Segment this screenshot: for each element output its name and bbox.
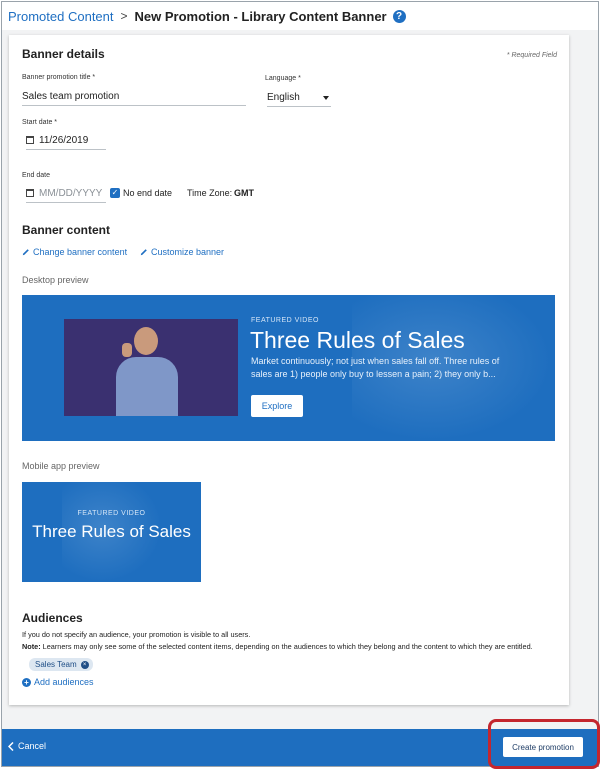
add-icon: +: [22, 677, 31, 687]
breadcrumb-separator: >: [120, 9, 128, 23]
start-date-label: Start date *: [22, 119, 58, 126]
create-promotion-button[interactable]: Create promotion: [503, 737, 583, 757]
language-value: English: [267, 92, 300, 103]
end-date-label: End date: [22, 172, 51, 179]
featured-description: Market continuously; not just when sales…: [251, 356, 500, 379]
audience-chip-label: Sales Team: [35, 660, 77, 669]
breadcrumb-promoted-content[interactable]: Promoted Content: [8, 9, 114, 24]
start-date-input[interactable]: 11/26/2019: [26, 135, 106, 150]
presenter-body: [116, 357, 178, 416]
note-text: Learners may only see some of the select…: [40, 642, 533, 651]
mobile-preview-banner: FEATURED VIDEO Three Rules of Sales: [22, 482, 201, 582]
end-date-input[interactable]: MM/DD/YYYY: [26, 188, 106, 203]
audiences-info-text: If you do not specify an audience, your …: [22, 630, 251, 639]
promotion-form-card: Banner details * Required Field Banner p…: [9, 35, 569, 705]
featured-title: Three Rules of Sales: [32, 522, 191, 541]
explore-button[interactable]: Explore: [251, 395, 303, 417]
chevron-left-icon: [8, 741, 14, 751]
add-audiences-label: Add audiences: [34, 677, 94, 687]
no-end-date-label: No end date: [123, 188, 173, 198]
banner-title-input[interactable]: Sales team promotion: [22, 91, 246, 106]
video-thumbnail: [64, 319, 238, 416]
cancel-button[interactable]: Cancel: [8, 741, 46, 751]
presenter-hand: [122, 343, 132, 357]
remove-icon[interactable]: ×: [80, 660, 89, 669]
end-date-placeholder: MM/DD/YYYY: [39, 188, 103, 199]
customize-banner-link[interactable]: Customize banner: [140, 247, 224, 257]
banner-details-heading: Banner details: [22, 47, 105, 61]
page-title: New Promotion - Library Content Banner: [134, 8, 387, 24]
footer-bar: Cancel Create promotion: [2, 729, 598, 766]
desktop-preview-label: Desktop preview: [22, 275, 89, 285]
change-banner-content-link[interactable]: Change banner content: [22, 247, 127, 257]
featured-video-label: FEATURED VIDEO: [77, 510, 146, 517]
chevron-down-icon: [323, 96, 329, 100]
desktop-preview-banner: FEATURED VIDEO Three Rules of Sales Mark…: [22, 295, 555, 441]
pencil-icon: [140, 249, 147, 256]
audiences-heading: Audiences: [22, 611, 83, 625]
page-header: Promoted Content > New Promotion - Libra…: [2, 2, 598, 30]
featured-title: Three Rules of Sales: [250, 327, 465, 353]
language-label: Language *: [265, 75, 301, 82]
change-banner-content-label: Change banner content: [33, 247, 128, 257]
required-field-note: * Required Field: [506, 52, 557, 59]
start-date-value: 11/26/2019: [39, 135, 89, 146]
banner-content-heading: Banner content: [22, 223, 111, 237]
featured-video-label: FEATURED VIDEO: [251, 317, 319, 324]
add-audiences-link[interactable]: + Add audiences: [22, 677, 94, 687]
calendar-icon: [26, 189, 34, 197]
audience-chip: Sales Team ×: [29, 658, 93, 671]
language-select[interactable]: English: [267, 92, 331, 107]
pencil-icon: [22, 249, 29, 256]
help-icon[interactable]: ?: [392, 9, 406, 23]
app-window: Promoted Content > New Promotion - Libra…: [1, 1, 599, 767]
presenter-head: [134, 327, 158, 355]
cancel-label: Cancel: [18, 741, 47, 751]
timezone-label: Time Zone:: [187, 188, 233, 198]
customize-banner-label: Customize banner: [151, 247, 225, 257]
mobile-preview-label: Mobile app preview: [22, 461, 100, 471]
note-label: Note:: [22, 642, 41, 651]
timezone-value: GMT: [234, 188, 254, 198]
no-end-date-checkbox[interactable]: ✓: [110, 188, 120, 198]
banner-title-label: Banner promotion title *: [22, 74, 96, 81]
audiences-note: Note: Learners may only see some of the …: [22, 642, 533, 651]
calendar-icon: [26, 136, 34, 144]
